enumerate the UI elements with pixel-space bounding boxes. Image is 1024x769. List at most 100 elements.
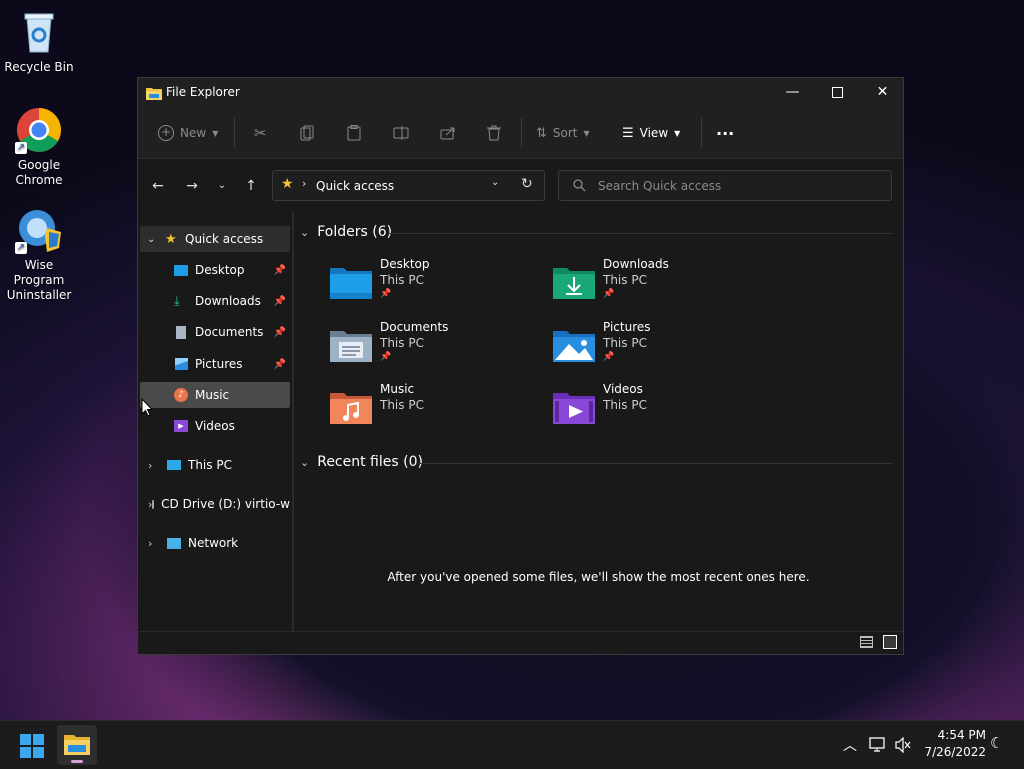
show-hidden-icons-button[interactable]: ︿ — [843, 735, 857, 755]
arrow-up-icon: ↑ — [245, 178, 257, 194]
sidebar-item-label: Desktop — [195, 263, 245, 277]
uninstaller-icon: ↗ — [15, 206, 63, 254]
folder-tile-documents[interactable]: Documents This PC 📌 — [330, 320, 540, 372]
title-bar[interactable]: File Explorer — ✕ — [138, 78, 903, 108]
scissors-icon: ✂ — [254, 124, 267, 142]
clock[interactable]: 4:54 PM 7/26/2022 — [916, 727, 986, 761]
sidebar-item-label: Network — [188, 536, 239, 550]
pin-icon: 📌 — [603, 289, 615, 299]
recent-section-header[interactable]: ⌄ Recent files (0) — [300, 454, 423, 470]
sidebar-item-this-pc[interactable]: › This PC — [140, 452, 290, 478]
section-divider — [418, 463, 893, 464]
sidebar-item-desktop[interactable]: Desktop 📌 — [140, 257, 290, 283]
desktop-icon-google-chrome[interactable]: ↗ Google Chrome — [0, 106, 78, 188]
minimize-button[interactable]: — — [770, 78, 815, 108]
desktop-icon-label: Recycle Bin — [4, 60, 74, 74]
pin-icon: 📌 — [273, 326, 286, 338]
desktop-folder-icon — [174, 264, 188, 276]
up-button[interactable]: ↑ — [240, 175, 262, 197]
command-bar: + New ▼ ✂ ⇅ Sort ▼ ☰ View ▼ ··· — [138, 108, 903, 159]
sidebar-item-downloads[interactable]: ⤓ Downloads 📌 — [140, 288, 290, 314]
sidebar-item-cd-drive[interactable]: › CD Drive (D:) virtio-w — [140, 491, 290, 517]
focus-assist-moon-icon[interactable]: ☾ — [990, 734, 1003, 752]
see-more-button[interactable]: ··· — [716, 122, 734, 144]
folder-name: Documents — [380, 320, 449, 334]
rename-button[interactable] — [393, 122, 409, 144]
star-icon: ★ — [165, 231, 177, 247]
download-icon: ⤓ — [174, 293, 180, 309]
back-button[interactable]: ← — [147, 175, 169, 197]
view-list-icon: ☰ — [622, 125, 634, 141]
refresh-icon[interactable]: ↻ — [521, 176, 533, 192]
sidebar-item-documents[interactable]: Documents 📌 — [140, 319, 290, 345]
folder-location: This PC — [380, 336, 424, 350]
address-dropdown-icon[interactable]: ⌄ — [491, 177, 499, 188]
sort-icon: ⇅ — [536, 125, 547, 141]
delete-button[interactable] — [487, 122, 501, 144]
document-icon — [176, 325, 186, 339]
content-pane: ⌄ Folders (6) Desktop This PC 📌 Download… — [294, 211, 903, 632]
more-icon: ··· — [716, 123, 735, 143]
folder-tile-music[interactable]: Music This PC — [330, 382, 540, 434]
address-bar[interactable]: ★ › Quick access ⌄ ↻ — [272, 170, 545, 201]
sidebar-item-label: Pictures — [195, 357, 243, 371]
details-view-icon[interactable] — [860, 636, 873, 648]
sidebar-item-videos[interactable]: ▶ Videos — [140, 413, 290, 439]
recent-locations-button[interactable]: ⌄ — [211, 175, 233, 197]
clock-time: 4:54 PM — [937, 728, 986, 742]
folder-name: Videos — [603, 382, 643, 396]
documents-folder-icon — [330, 331, 372, 362]
search-box[interactable]: Search Quick access — [558, 170, 892, 201]
toolbar-separator — [701, 118, 702, 148]
paste-button[interactable] — [347, 122, 361, 144]
downloads-folder-icon — [553, 268, 595, 299]
tiles-view-icon[interactable] — [883, 635, 897, 649]
sidebar-item-pictures[interactable]: Pictures 📌 — [140, 351, 290, 377]
cd-drive-icon — [152, 499, 155, 509]
network-icon — [167, 537, 181, 549]
window-title: File Explorer — [166, 85, 240, 99]
file-explorer-window: File Explorer — ✕ + New ▼ ✂ ⇅ Sort ▼ ☰ V… — [137, 77, 904, 655]
folder-tile-pictures[interactable]: Pictures This PC 📌 — [553, 320, 763, 372]
copy-button[interactable] — [300, 122, 314, 144]
taskbar-file-explorer-button[interactable] — [57, 725, 97, 765]
network-status-icon[interactable] — [869, 737, 887, 753]
chevron-right-icon: › — [148, 458, 153, 472]
desktop-icon-label: Wise Program Uninstaller — [0, 258, 78, 303]
desktop-icon-label-line1: Wise Program — [13, 258, 65, 287]
maximize-button[interactable] — [815, 78, 860, 108]
close-button[interactable]: ✕ — [860, 78, 905, 108]
view-button[interactable]: ☰ View ▼ — [622, 122, 680, 144]
chevron-down-icon: ⌄ — [300, 225, 310, 239]
navigation-pane: ⌄ ★ Quick access Desktop 📌 ⤓ Downloads 📌… — [138, 211, 292, 632]
breadcrumb: Quick access — [316, 179, 395, 193]
share-button[interactable] — [440, 122, 456, 144]
sort-button[interactable]: ⇅ Sort ▼ — [536, 122, 590, 144]
folder-location: This PC — [603, 273, 647, 287]
speaker-muted-icon[interactable] — [895, 737, 911, 753]
folders-section-header[interactable]: ⌄ Folders (6) — [300, 224, 392, 240]
desktop-icon-recycle-bin[interactable]: Recycle Bin — [0, 8, 78, 75]
desktop-icon-label: Google Chrome — [0, 158, 78, 188]
cut-button[interactable]: ✂ — [254, 122, 267, 144]
folder-icon — [146, 86, 162, 103]
sidebar-item-quick-access[interactable]: ⌄ ★ Quick access — [140, 226, 290, 252]
forward-button[interactable]: → — [181, 175, 203, 197]
sidebar-item-label: CD Drive (D:) virtio-w — [161, 497, 290, 511]
sidebar-item-network[interactable]: › Network — [140, 530, 290, 556]
folder-tile-downloads[interactable]: Downloads This PC 📌 — [553, 257, 763, 309]
sidebar-item-music[interactable]: ♪ Music — [140, 382, 290, 408]
mouse-cursor-icon — [141, 398, 153, 417]
folder-tile-desktop[interactable]: Desktop This PC 📌 — [330, 257, 540, 309]
section-divider — [388, 233, 893, 234]
shortcut-arrow-icon: ↗ — [15, 142, 27, 154]
taskbar: ︿ 4:54 PM 7/26/2022 ☾ — [0, 720, 1024, 769]
desktop-icon-wise-program-uninstaller[interactable]: ↗ Wise Program Uninstaller — [0, 206, 78, 303]
shortcut-arrow-icon: ↗ — [15, 242, 27, 254]
start-button[interactable] — [20, 734, 44, 758]
desktop-icon-label-line2: Chrome — [15, 173, 63, 187]
breadcrumb-chevron-icon: › — [302, 177, 307, 190]
pin-icon: 📌 — [273, 358, 286, 370]
new-button[interactable]: + New ▼ — [158, 122, 218, 144]
folder-tile-videos[interactable]: Videos This PC — [553, 382, 763, 434]
